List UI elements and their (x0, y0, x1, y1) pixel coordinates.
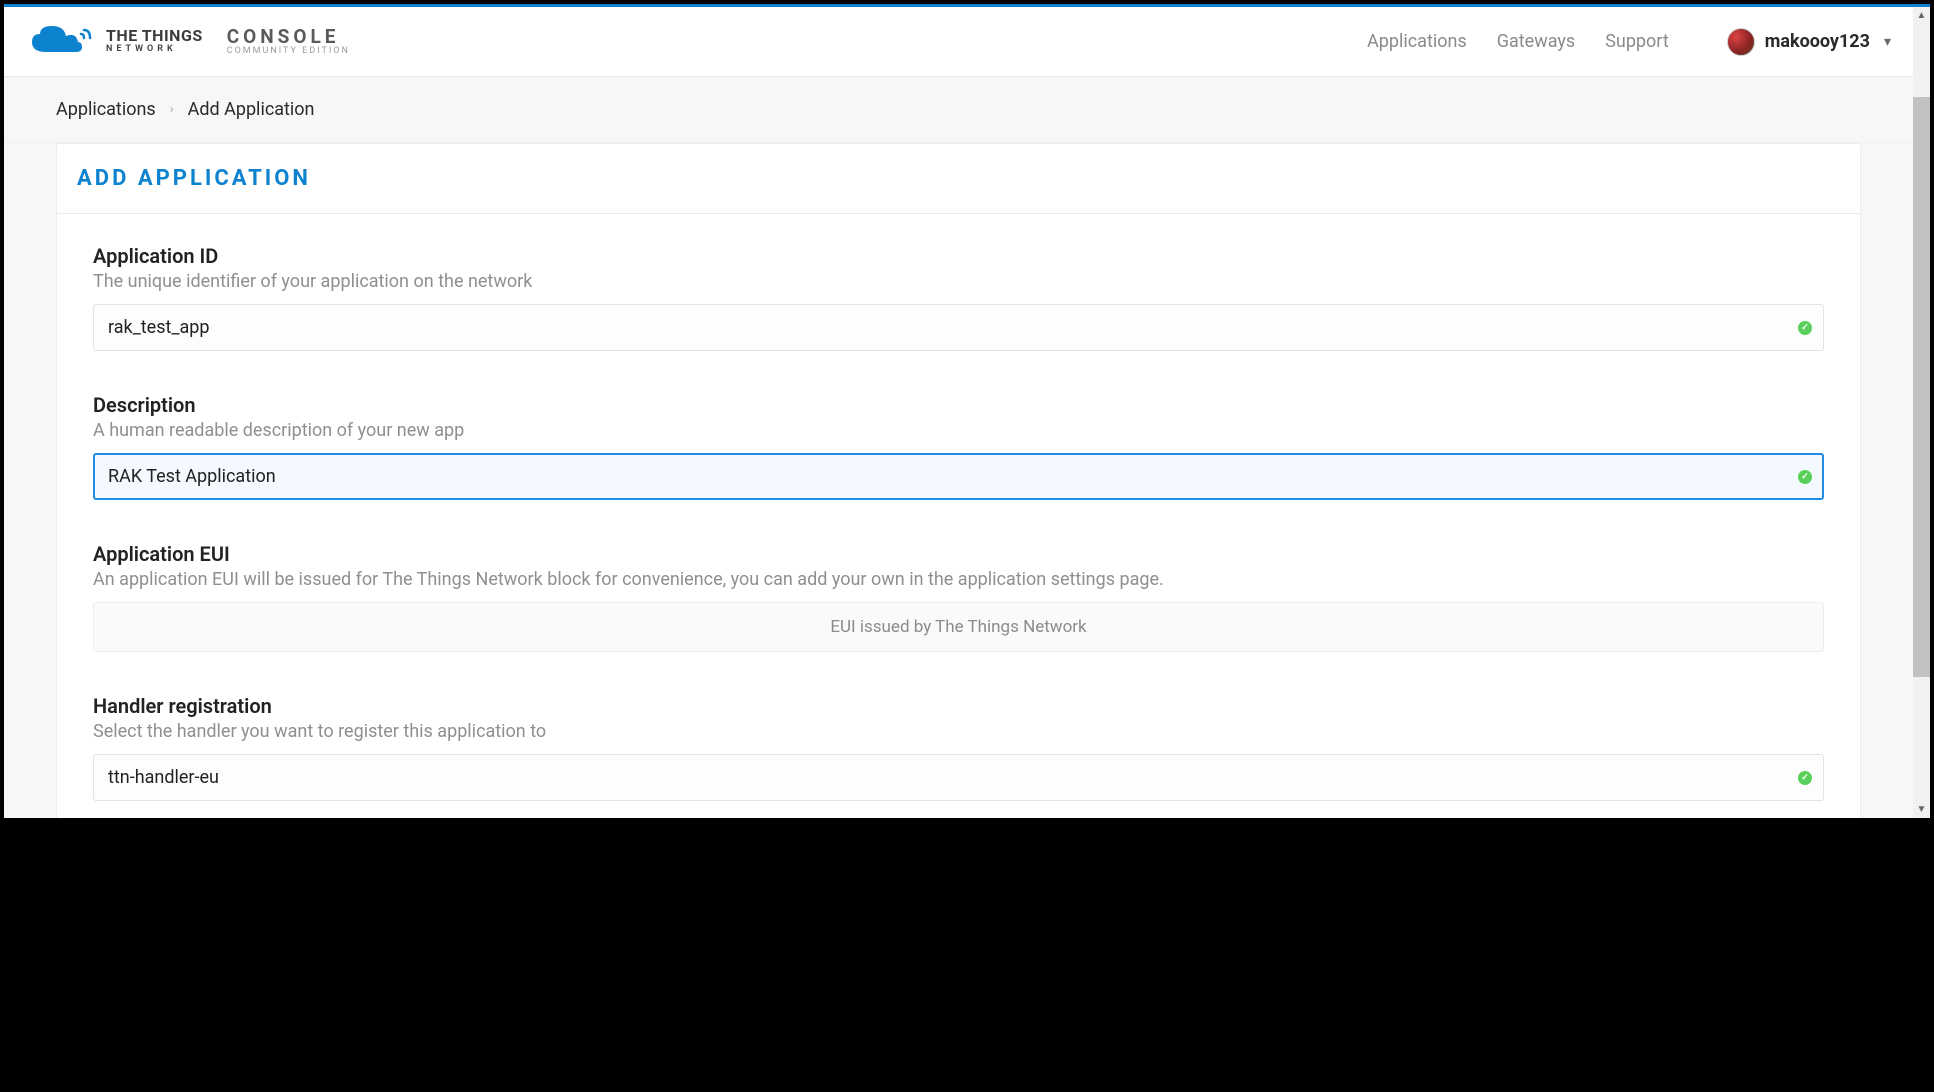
console-title: CONSOLE (227, 27, 350, 47)
help-description: A human readable description of your new… (93, 420, 1824, 441)
scrollbar[interactable]: ▲ ▼ (1913, 7, 1930, 818)
breadcrumb: Applications › Add Application (56, 99, 1861, 120)
readonly-eui: EUI issued by The Things Network (93, 602, 1824, 652)
help-application-id: The unique identifier of your applicatio… (93, 271, 1824, 292)
select-handler[interactable]: ttn-handler-eu (93, 754, 1824, 801)
avatar (1727, 28, 1755, 56)
nav-support[interactable]: Support (1605, 31, 1669, 52)
input-description[interactable] (93, 453, 1824, 500)
help-handler: Select the handler you want to register … (93, 721, 1824, 742)
label-description: Description (93, 393, 1824, 417)
breadcrumb-add-application: Add Application (188, 99, 315, 120)
logo-text: THE THINGS NETWORK (106, 28, 203, 54)
check-icon (1798, 771, 1812, 785)
breadcrumb-bar: Applications › Add Application (4, 77, 1913, 143)
nav-applications[interactable]: Applications (1367, 31, 1467, 52)
field-handler: Handler registration Select the handler … (93, 694, 1824, 801)
field-application-id: Application ID The unique identifier of … (93, 244, 1824, 351)
scrollbar-thumb[interactable] (1913, 97, 1930, 677)
scroll-down-icon[interactable]: ▼ (1913, 801, 1930, 818)
label-application-eui: Application EUI (93, 542, 1824, 566)
field-application-eui: Application EUI An application EUI will … (93, 542, 1824, 652)
check-icon (1798, 470, 1812, 484)
page-title: ADD APPLICATION (57, 144, 1860, 214)
label-handler: Handler registration (93, 694, 1824, 718)
user-menu[interactable]: makoooy123 ▾ (1727, 28, 1891, 56)
chevron-right-icon: › (170, 102, 174, 117)
username: makoooy123 (1765, 31, 1870, 52)
scroll-up-icon[interactable]: ▲ (1913, 7, 1930, 24)
chevron-down-icon: ▾ (1884, 34, 1891, 50)
logo-brand: THE THINGS (106, 28, 203, 45)
field-description: Description A human readable description… (93, 393, 1824, 500)
cloud-icon (26, 22, 96, 62)
help-application-eui: An application EUI will be issued for Th… (93, 569, 1824, 590)
select-handler-value: ttn-handler-eu (108, 767, 219, 788)
logo-sub: NETWORK (106, 45, 203, 54)
card-body: Application ID The unique identifier of … (57, 214, 1860, 818)
label-application-id: Application ID (93, 244, 1824, 268)
app-viewport: THE THINGS NETWORK CONSOLE COMMUNITY EDI… (4, 4, 1930, 818)
nav-gateways[interactable]: Gateways (1497, 31, 1575, 52)
header: THE THINGS NETWORK CONSOLE COMMUNITY EDI… (4, 7, 1913, 77)
input-application-id[interactable] (93, 304, 1824, 351)
logo[interactable]: THE THINGS NETWORK CONSOLE COMMUNITY EDI… (26, 22, 350, 62)
page-body: ADD APPLICATION Application ID The uniqu… (4, 143, 1913, 818)
console-sub: COMMUNITY EDITION (227, 47, 350, 56)
breadcrumb-applications[interactable]: Applications (56, 99, 156, 120)
nav-links: Applications Gateways Support makoooy123… (1367, 28, 1891, 56)
card: ADD APPLICATION Application ID The uniqu… (56, 143, 1861, 818)
check-icon (1798, 321, 1812, 335)
console-text: CONSOLE COMMUNITY EDITION (227, 27, 350, 56)
